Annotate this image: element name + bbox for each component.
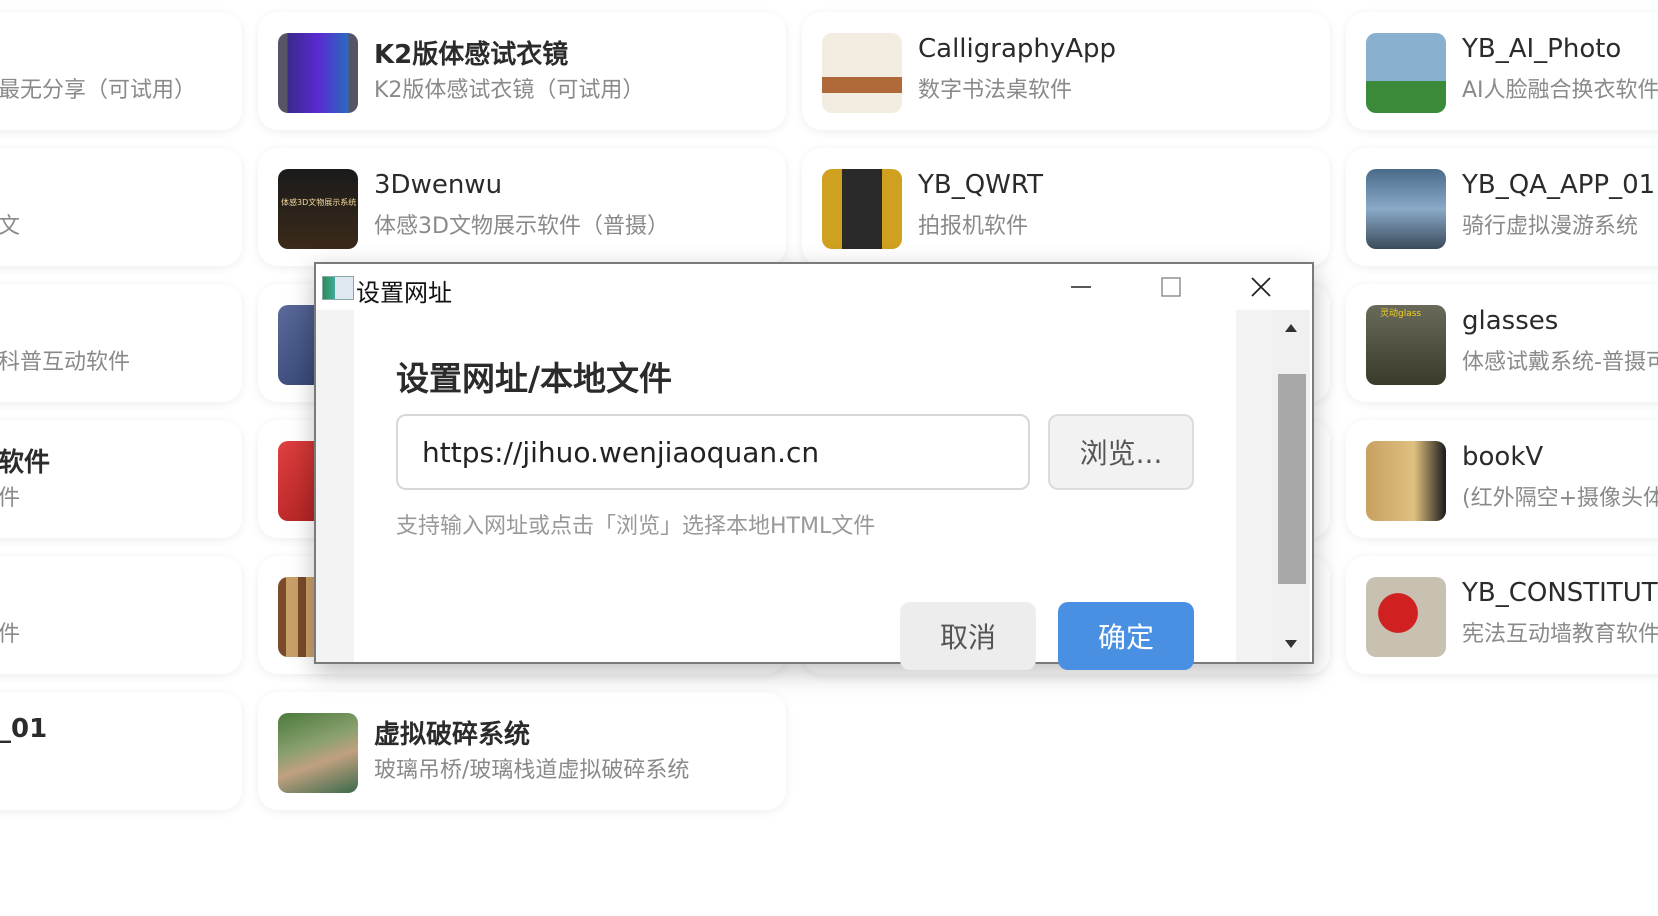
- app-thumbnail: [1366, 169, 1446, 249]
- app-card[interactable]: 文: [0, 148, 242, 266]
- app-card-3dwenwu[interactable]: 体感3D文物展示系统 3Dwenwu 体感3D文物展示软件（普摄）: [258, 148, 786, 266]
- triangle-up-icon: [1285, 324, 1297, 332]
- browse-button[interactable]: 浏览...: [1048, 414, 1194, 490]
- app-subtitle: AI人脸融合换衣软件: [1462, 78, 1658, 103]
- dialog-content: 设置网址/本地文件 浏览... 支持输入网址或点击「浏览」选择本地HTML文件 …: [316, 310, 1272, 670]
- app-subtitle: 科普互动软件: [0, 350, 131, 375]
- app-subtitle: 件: [0, 486, 21, 511]
- app-subtitle: 体感试戴系统-普摄可: [1462, 350, 1658, 375]
- app-thumbnail: 灵动glass: [1366, 305, 1446, 385]
- app-window-icon: [322, 276, 354, 300]
- app-card[interactable]: 科普互动软件: [0, 284, 242, 402]
- app-subtitle: (红外隔空+摄像头体: [1462, 486, 1658, 511]
- app-subtitle: 宪法互动墙教育软件: [1462, 622, 1658, 647]
- app-subtitle: 拍报机软件: [918, 214, 1029, 239]
- app-card[interactable]: _01: [0, 692, 242, 810]
- app-card-qa-app[interactable]: YB_QA_APP_01 骑行虚拟漫游系统: [1346, 148, 1658, 266]
- app-title: YB_CONSTITUTIO: [1462, 578, 1658, 608]
- content-gutter-right: [1236, 310, 1272, 662]
- app-thumbnail: [278, 713, 358, 793]
- app-card-bookv[interactable]: bookV (红外隔空+摄像头体: [1346, 420, 1658, 538]
- thumbnail-caption: 体感3D文物展示系统: [281, 198, 357, 207]
- app-title: 3Dwenwu: [374, 170, 503, 200]
- scrollbar-thumb[interactable]: [1278, 374, 1306, 584]
- scroll-down-arrow[interactable]: [1272, 630, 1310, 658]
- app-card-ai-photo[interactable]: YB_AI_Photo AI人脸融合换衣软件: [1346, 12, 1658, 130]
- minimize-button[interactable]: [1036, 264, 1126, 310]
- app-subtitle: 文: [0, 214, 21, 239]
- app-card[interactable]: 最无分享（可试用）: [0, 12, 242, 130]
- app-title: glasses: [1462, 306, 1559, 336]
- app-subtitle: 玻璃吊桥/玻璃栈道虚拟破碎系统: [374, 758, 690, 783]
- maximize-icon: [1161, 277, 1181, 297]
- app-title: K2版体感试衣镜: [374, 40, 569, 70]
- app-title: 软件: [0, 448, 51, 478]
- content-gutter-left: [316, 310, 354, 662]
- hint-text: 支持输入网址或点击「浏览」选择本地HTML文件: [396, 514, 876, 539]
- app-card-calligraphy[interactable]: CalligraphyApp 数字书法桌软件: [802, 12, 1330, 130]
- minimize-icon: [1071, 286, 1091, 288]
- app-title: bookV: [1462, 442, 1544, 472]
- dialog-heading: 设置网址/本地文件: [396, 359, 673, 398]
- app-subtitle: 数字书法桌软件: [918, 78, 1073, 103]
- app-title: YB_QA_APP_01: [1462, 170, 1656, 200]
- close-button[interactable]: [1216, 264, 1306, 310]
- close-icon: [1251, 277, 1271, 297]
- app-thumbnail: [1366, 33, 1446, 113]
- app-subtitle: 体感3D文物展示软件（普摄）: [374, 214, 669, 239]
- app-card[interactable]: 软件 件: [0, 420, 242, 538]
- app-title: 虚拟破碎系统: [374, 720, 531, 750]
- cancel-button[interactable]: 取消: [900, 602, 1036, 670]
- app-subtitle: 件: [0, 622, 21, 647]
- url-input[interactable]: [396, 414, 1030, 490]
- maximize-button[interactable]: [1126, 264, 1216, 310]
- app-title: _01: [0, 714, 48, 744]
- app-card-k2[interactable]: K2版体感试衣镜 K2版体感试衣镜（可试用）: [258, 12, 786, 130]
- confirm-button[interactable]: 确定: [1058, 602, 1194, 670]
- app-subtitle: 骑行虚拟漫游系统: [1462, 214, 1639, 239]
- app-thumbnail: [822, 33, 902, 113]
- app-title: YB_QWRT: [918, 170, 1043, 200]
- app-title: YB_AI_Photo: [1462, 34, 1622, 64]
- app-card-glasses[interactable]: 灵动glass glasses 体感试戴系统-普摄可: [1346, 284, 1658, 402]
- app-card-constitution[interactable]: YB_CONSTITUTIO 宪法互动墙教育软件: [1346, 556, 1658, 674]
- app-card-qwrt[interactable]: YB_QWRT 拍报机软件: [802, 148, 1330, 266]
- thumbnail-caption: 灵动glass: [1380, 309, 1422, 319]
- app-thumbnail: [1366, 577, 1446, 657]
- app-thumbnail: [822, 169, 902, 249]
- app-card-poshui[interactable]: 虚拟破碎系统 玻璃吊桥/玻璃栈道虚拟破碎系统: [258, 692, 786, 810]
- triangle-down-icon: [1285, 640, 1297, 648]
- window-title: 设置网址: [356, 279, 452, 307]
- app-thumbnail: [278, 33, 358, 113]
- dialog-titlebar[interactable]: 设置网址: [316, 264, 1312, 310]
- scroll-up-arrow[interactable]: [1272, 314, 1310, 342]
- set-url-dialog: 设置网址 设置网址/本地文件 浏览... 支持输入网址或点击「浏览」选择本地HT…: [314, 262, 1314, 670]
- app-thumbnail: 体感3D文物展示系统: [278, 169, 358, 249]
- app-subtitle: K2版体感试衣镜（可试用）: [374, 78, 645, 103]
- app-title: CalligraphyApp: [918, 34, 1117, 64]
- vertical-scrollbar[interactable]: [1272, 310, 1310, 662]
- app-card[interactable]: 件: [0, 556, 242, 674]
- app-subtitle: 最无分享（可试用）: [0, 78, 197, 103]
- app-thumbnail: [1366, 441, 1446, 521]
